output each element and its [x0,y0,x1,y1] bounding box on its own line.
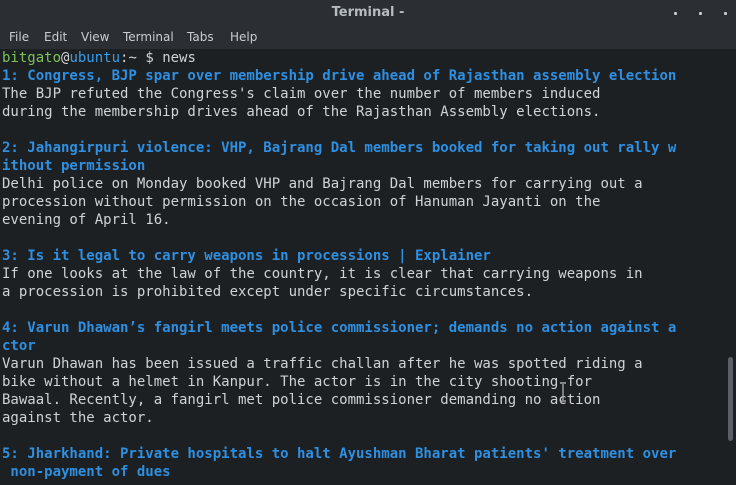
news-headline: ctor [2,338,36,354]
prompt-path: :~ $ [120,50,163,66]
scrollbar-thumb[interactable] [728,357,733,441]
news-headline: 5: Jharkhand: Private hospitals to halt … [2,446,677,462]
prompt-command: news [162,50,196,66]
terminal-output[interactable]: bitgato@ubuntu:~ $ news 1: Congress, BJP… [0,49,728,485]
news-summary: evening of April 16. [2,212,171,228]
window-title: Terminal - [331,5,405,20]
news-summary: Delhi police on Monday booked VHP and Ba… [2,176,643,192]
news-summary: Varun Dhawan has been issued a traffic c… [2,356,643,372]
news-summary: procession without permission on the occ… [2,194,601,210]
menu-bar: File Edit View Terminal Tabs Help [0,26,736,49]
menu-terminal[interactable]: Terminal [123,30,174,44]
title-bar[interactable]: Terminal - [0,0,736,26]
prompt-line: bitgato@ubuntu:~ $ news [0,49,728,67]
close-icon[interactable] [724,12,727,15]
menu-file[interactable]: File [9,30,29,44]
news-summary: a procession is prohibited except under … [2,284,534,300]
prompt-user: bitgato [2,50,62,66]
news-summary: bike without a helmet in Kanpur. The act… [2,374,593,390]
news-headline: ithout permission [2,158,146,174]
maximize-icon[interactable] [699,12,702,15]
menu-help[interactable]: Help [230,30,257,44]
news-summary: The BJP refuted the Congress's claim ove… [2,86,601,102]
news-headline: 4: Varun Dhawan’s fangirl meets police c… [2,320,677,336]
news-headline: 3: Is it legal to carry weapons in proce… [2,248,491,264]
text-cursor-icon [560,382,566,402]
news-summary: If one looks at the law of the country, … [2,266,643,282]
prompt-host: ubuntu [69,50,121,66]
menu-edit[interactable]: Edit [44,30,67,44]
news-summary: against the actor. [2,410,154,426]
news-headline: 2: Jahangirpuri violence: VHP, Bajrang D… [2,140,677,156]
terminal-window: Terminal - File Edit View Terminal Tabs … [0,0,736,485]
news-summary: Bawaal. Recently, a fangirl met police c… [2,392,601,408]
news-summary: during the membership drives ahead of th… [2,104,601,120]
news-headline: non-payment of dues [2,464,171,480]
menu-view[interactable]: View [81,30,109,44]
scrollbar[interactable] [726,49,736,485]
menu-tabs[interactable]: Tabs [187,30,214,44]
minimize-icon[interactable] [674,12,677,15]
news-headline: 1: Congress, BJP spar over membership dr… [2,68,677,84]
